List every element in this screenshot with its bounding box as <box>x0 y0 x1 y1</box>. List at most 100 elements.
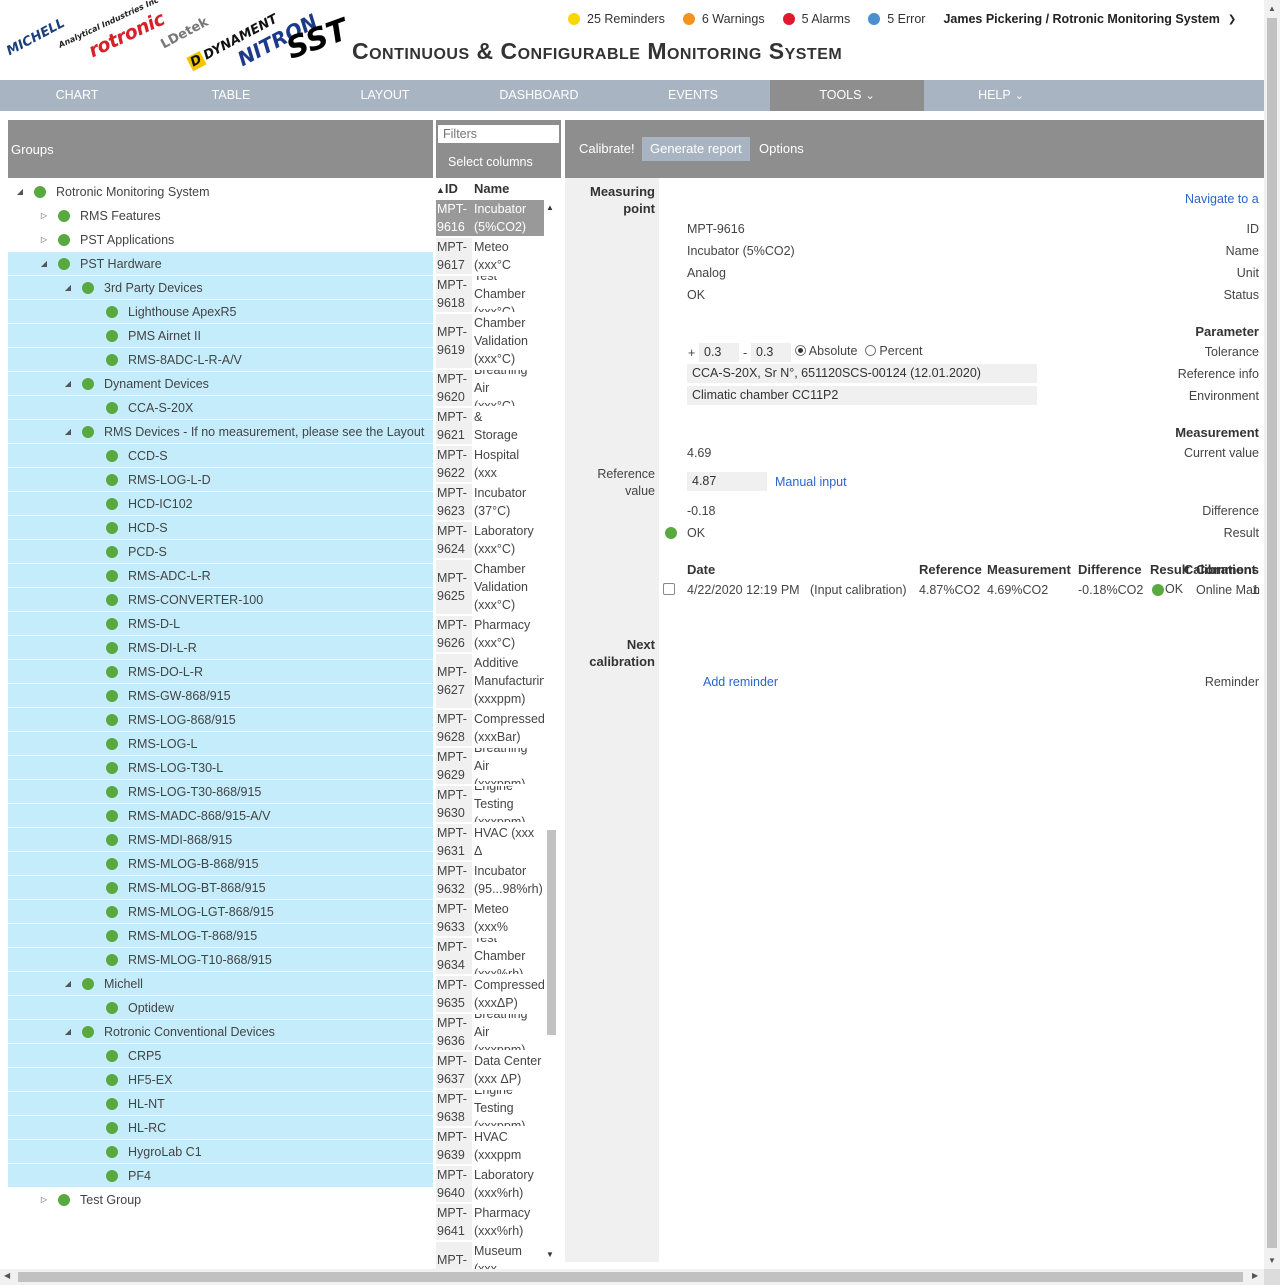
tree-item[interactable]: RMS-GW-868/915 <box>8 684 433 708</box>
list-item[interactable]: MPT- 9623 Incubator (37°C) <box>436 484 544 522</box>
tree-item[interactable]: CRP5 <box>8 1044 433 1068</box>
alarms-status[interactable]: 5 Alarms <box>782 12 850 26</box>
scroll-left-icon[interactable]: ◀ <box>4 1271 10 1280</box>
list-item[interactable]: MPT- 9639 HVAC (xxxppm <box>436 1128 544 1166</box>
tree-item[interactable]: ◢ RMS Devices - If no measurement, please… <box>8 420 433 444</box>
environment-input[interactable] <box>687 386 1037 405</box>
list-item[interactable]: MPT- 9626 Pharmacy (xxx°C) <box>436 616 544 654</box>
scroll-up-icon[interactable]: ▲ <box>1268 4 1276 13</box>
tree-item[interactable]: RMS-DI-L-R <box>8 636 433 660</box>
expand-toggle-icon[interactable]: ◢ <box>62 1020 74 1044</box>
tree-item[interactable]: HL-NT <box>8 1092 433 1116</box>
tree-item[interactable]: RMS-LOG-868/915 <box>8 708 433 732</box>
list-item[interactable]: MPT- 9631 HVAC (xxx Δ <box>436 824 544 862</box>
tree-item[interactable]: RMS-ADC-L-R <box>8 564 433 588</box>
tree-item[interactable]: RMS-MLOG-T10-868/915 <box>8 948 433 972</box>
tree-item[interactable]: RMS-MLOG-LGT-868/915 <box>8 900 433 924</box>
tree-item[interactable]: ◢ 3rd Party Devices <box>8 276 433 300</box>
filter-input[interactable] <box>438 125 559 143</box>
expand-toggle-icon[interactable]: ◢ <box>62 972 74 996</box>
list-item[interactable]: MPT- 9630 Engine Testing (xxxppm) <box>436 786 544 824</box>
expand-toggle-icon[interactable]: ◢ <box>62 420 74 444</box>
tree-item[interactable]: RMS-MADC-868/915-A/V <box>8 804 433 828</box>
add-reminder-link[interactable]: Add reminder <box>703 675 778 689</box>
warnings-status[interactable]: 6 Warnings <box>682 12 765 26</box>
tree-item[interactable]: RMS-DO-L-R <box>8 660 433 684</box>
collapse-toggle-icon[interactable]: ▷ <box>38 1188 50 1212</box>
tree-item[interactable]: ▷ RMS Features <box>8 204 433 228</box>
list-item[interactable]: MPT- 9641 Pharmacy (xxx%rh) <box>436 1204 544 1242</box>
nav-chart[interactable]: CHART <box>0 80 154 111</box>
collapse-toggle-icon[interactable]: ▷ <box>38 228 50 252</box>
list-item[interactable]: MPT- 9628 Compressed (xxxBar) <box>436 710 544 748</box>
manual-input-link[interactable]: Manual input <box>775 475 847 489</box>
tree-item[interactable]: ◢ PST Hardware <box>8 252 433 276</box>
reminders-status[interactable]: 25 Reminders <box>568 12 665 26</box>
list-item[interactable]: MPT- 9633 Meteo (xxx% <box>436 900 544 938</box>
tree-item[interactable]: Lighthouse ApexR5 <box>8 300 433 324</box>
nav-table[interactable]: TABLE <box>154 80 308 111</box>
list-item[interactable]: MPT- 9635 Compressed (xxxΔP) <box>436 976 544 1014</box>
navigate-link[interactable]: Navigate to a <box>1185 192 1259 206</box>
tree-item[interactable]: HL-RC <box>8 1116 433 1140</box>
scroll-down-icon[interactable]: ▼ <box>546 1250 554 1259</box>
list-item[interactable]: MPT- 9638 Engine Testing (xxxppm) <box>436 1090 544 1128</box>
scroll-down-icon[interactable]: ▼ <box>1268 1256 1276 1265</box>
name-column-header[interactable]: Name <box>474 181 509 198</box>
tree-item[interactable]: RMS-MDI-868/915 <box>8 828 433 852</box>
expand-toggle-icon[interactable]: ◢ <box>62 372 74 396</box>
nav-tools[interactable]: TOOLS ⌄ <box>770 80 924 111</box>
tree-item[interactable]: RMS-CONVERTER-100 <box>8 588 433 612</box>
tree-item[interactable]: HCD-S <box>8 516 433 540</box>
user-menu[interactable]: James Pickering / Rotronic Monitoring Sy… <box>943 12 1236 26</box>
mp-list-scroll-thumb[interactable] <box>547 830 556 1035</box>
list-item[interactable]: MPT- 9637 Data Center (xxx ΔP) <box>436 1052 544 1090</box>
expand-toggle-icon[interactable]: ◢ <box>38 252 50 276</box>
reference-value-input[interactable] <box>687 472 767 491</box>
generate-report-button[interactable]: Generate report <box>642 137 750 161</box>
tree-item[interactable]: RMS-LOG-T30-L <box>8 756 433 780</box>
tree-item[interactable]: RMS-8ADC-L-R-A/V <box>8 348 433 372</box>
tree-item[interactable]: ◢ Michell <box>8 972 433 996</box>
tree-item[interactable]: RMS-LOG-T30-868/915 <box>8 780 433 804</box>
list-item[interactable]: MPT- 9616 Incubator (5%CO2) <box>436 200 544 238</box>
list-item[interactable]: MPT- 9618 Test Chamber (xxx°C) <box>436 276 544 314</box>
percent-radio[interactable] <box>864 345 876 356</box>
tree-item[interactable]: ▷ PST Applications <box>8 228 433 252</box>
page-vertical-scroll-thumb[interactable] <box>1267 18 1277 1248</box>
list-item[interactable]: MPT- 9640 Laboratory (xxx%rh) <box>436 1166 544 1204</box>
tree-item[interactable]: ◢ Rotronic Conventional Devices <box>8 1020 433 1044</box>
tree-item[interactable]: PF4 <box>8 1164 433 1188</box>
page-horizontal-scrollbar[interactable]: ◀ ▶ <box>0 1269 1264 1285</box>
list-item[interactable]: MPT- 9625 Chamber Validation (xxx°C) <box>436 560 544 616</box>
expand-toggle-icon[interactable]: ◢ <box>14 180 26 204</box>
cal-row-checkbox[interactable] <box>663 583 675 595</box>
tree-item[interactable]: HygroLab C1 <box>8 1140 433 1164</box>
scroll-right-icon[interactable]: ▶ <box>1252 1271 1258 1280</box>
tree-item[interactable]: RMS-MLOG-BT-868/915 <box>8 876 433 900</box>
options-button[interactable]: Options <box>751 137 812 161</box>
id-column-header[interactable]: ▲ID <box>436 181 474 198</box>
list-item[interactable]: MPT- 9621Warehouse & Storage (xxx <box>436 408 544 446</box>
errors-status[interactable]: 5 Error <box>868 12 925 26</box>
absolute-radio[interactable] <box>795 345 806 356</box>
tree-item[interactable]: HF5-EX <box>8 1068 433 1092</box>
list-item[interactable]: MPT- 9617 Meteo (xxx°C <box>436 238 544 276</box>
list-item[interactable]: MPT- 9629 Breathing Air (xxxppm) <box>436 748 544 786</box>
tree-item[interactable]: ◢ Rotronic Monitoring System <box>8 180 433 204</box>
tree-item[interactable]: RMS-LOG-L-D <box>8 468 433 492</box>
list-item[interactable]: MPT- 9632 Incubator (95...98%rh) <box>436 862 544 900</box>
scroll-up-icon[interactable]: ▲ <box>546 203 554 212</box>
expand-toggle-icon[interactable]: ◢ <box>62 276 74 300</box>
list-item[interactable]: MPT- 9622 Hospital (xxx <box>436 446 544 484</box>
tree-item[interactable]: PCD-S <box>8 540 433 564</box>
tree-item[interactable]: ◢ Dynament Devices <box>8 372 433 396</box>
nav-layout[interactable]: LAYOUT <box>308 80 462 111</box>
tree-item[interactable]: CCA-S-20X <box>8 396 433 420</box>
page-horizontal-scroll-thumb[interactable] <box>18 1272 1243 1282</box>
tree-item[interactable]: RMS-MLOG-B-868/915 <box>8 852 433 876</box>
tree-item[interactable]: CCD-S <box>8 444 433 468</box>
reference-info-input[interactable] <box>687 364 1037 383</box>
nav-help[interactable]: HELP ⌄ <box>924 80 1078 111</box>
tree-item[interactable]: PMS Airnet II <box>8 324 433 348</box>
